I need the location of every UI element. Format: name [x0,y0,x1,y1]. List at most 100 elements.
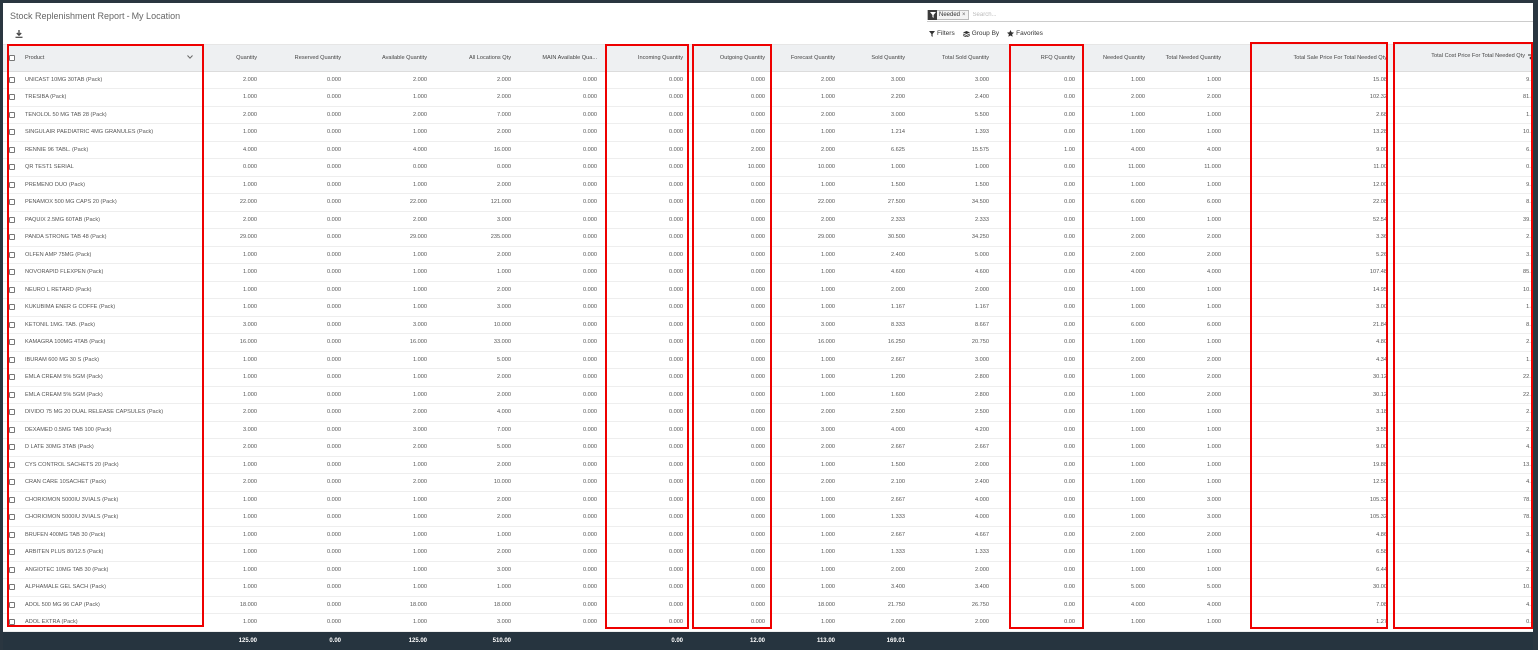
table-row[interactable]: CHORIOMON 5000IU 3VIALS (Pack) 1.000 0.000… [3,508,1533,527]
search-input[interactable] [972,11,1173,18]
table-row[interactable]: ADOL EXTRA (Pack) 1.000 0.000 1.000 3.000 0.0… [3,613,1533,632]
row-checkbox[interactable] [3,246,21,264]
row-checkbox[interactable] [3,193,21,212]
checkbox-box[interactable] [9,461,15,468]
table-row[interactable]: KETONIL 1MG. TAB. (Pack) 3.000 0.000 3.000 1… [3,316,1533,334]
checkbox-box[interactable] [9,234,15,240]
checkbox-box[interactable] [9,619,15,625]
row-checkbox[interactable] [3,123,21,142]
row-checkbox[interactable] [3,71,21,89]
checkbox-box[interactable] [9,531,15,538]
row-checkbox[interactable] [3,281,21,299]
checkbox-box[interactable] [9,514,15,520]
table-row[interactable]: KAMAGRA 100MG 4TAB (Pack) 16.000 0.000 16.0… [3,333,1533,352]
table-row[interactable]: CYS CONTROL SACHETS 20 (Pack) 1.000 0.000 1… [3,456,1533,474]
column-header-sold-quantity[interactable]: Sold Quantity [841,45,911,72]
row-checkbox[interactable] [3,106,21,124]
table-row[interactable]: IBURAM 600 MG 30 S (Pack) 1.000 0.000 1.000… [3,351,1533,369]
table-row[interactable]: PENAMOX 500 MG CAPS 20 (Pack) 22.000 0.000… [3,193,1533,212]
checkbox-box[interactable] [9,601,15,608]
column-header-incoming-quantity[interactable]: Incoming Quantity [603,45,689,72]
row-checkbox[interactable] [3,316,21,334]
table-row[interactable]: EMLA CREAM 5% 5GM (Pack) 1.000 0.000 1.000 2… [3,368,1533,387]
row-checkbox[interactable] [3,176,21,194]
checkbox-box[interactable] [9,111,15,118]
column-header-available-quantity[interactable]: Available Quantity [347,45,433,72]
row-checkbox[interactable] [3,596,21,614]
table-row[interactable]: TENOLOL 50 MG TAB 28 (Pack) 2.000 0.000 2.0… [3,106,1533,124]
table-row[interactable]: DIVIDO 75 MG 20 DUAL RELEASE CAPSULES (P… [3,403,1533,422]
favorites-button[interactable]: Favorites [1007,30,1043,37]
row-checkbox[interactable] [3,473,21,492]
table-row[interactable]: ARBITEN PLUS 80/12.5 (Pack) 1.000 0.000 1.0… [3,543,1533,562]
checkbox-box[interactable] [9,426,15,433]
table-row[interactable]: PAQUIX 2.5MG 60TAB (Pack) 2.000 0.000 2.000… [3,211,1533,229]
checkbox-box[interactable] [9,251,15,258]
table-row[interactable]: QR TEST1 SERIAL 0.000 0.000 0.000 0.000 0.000… [3,158,1533,177]
table-row[interactable]: OLFEN AMP 75MG (Pack) 1.000 0.000 1.000 2.00… [3,246,1533,264]
table-row[interactable]: RENNIE 96 TABL. (Pack) 4.000 0.000 4.000 16.… [3,141,1533,159]
checkbox-box[interactable] [9,199,15,205]
group-by-button[interactable]: Group By [962,30,999,37]
checkbox-box[interactable] [9,496,15,503]
row-checkbox[interactable] [3,158,21,177]
row-checkbox[interactable] [3,298,21,317]
checkbox-box[interactable] [9,181,15,188]
row-checkbox[interactable] [3,613,21,632]
filters-button[interactable]: Filters [929,30,955,37]
checkbox-box[interactable] [9,584,15,590]
row-checkbox[interactable] [3,211,21,229]
column-header-forecast-quantity[interactable]: Forecast Quantity [771,45,841,72]
table-row[interactable]: CHORIOMON 5000IU 3VIALS (Pack) 1.000 0.000… [3,491,1533,509]
column-header-total-needed-quantity[interactable]: Total Needed Quantity [1151,45,1227,72]
table-row[interactable]: NEURO L RETARD (Pack) 1.000 0.000 1.000 2.00… [3,281,1533,299]
row-checkbox[interactable] [3,438,21,457]
checkbox-box[interactable] [9,409,15,415]
table-row[interactable]: UNICAST 10MG 30TAB (Pack) 2.000 0.000 2.000… [3,71,1533,89]
column-header-all-locations-qty[interactable]: All Locations Qty [433,45,517,72]
row-checkbox[interactable] [3,263,21,282]
table-row[interactable]: DEXAMED 0.5MG TAB 100 (Pack) 3.000 0.000 3.… [3,421,1533,439]
row-checkbox[interactable] [3,333,21,352]
checkbox-box[interactable] [9,566,15,573]
breadcrumb-report[interactable]: Stock Replenishment Report [10,11,125,21]
checkbox-box[interactable] [9,391,15,398]
row-checkbox[interactable] [3,368,21,387]
column-options-icon[interactable] [1528,53,1533,62]
table-row[interactable]: D LATE 30MG 3TAB (Pack) 2.000 0.000 2.000 5.… [3,438,1533,457]
checkbox-box[interactable] [9,479,15,485]
column-header-total-sale-price-for-total-needed-qty[interactable]: Total Sale Price For Total Needed Qty [1227,45,1393,72]
checkbox-box[interactable] [9,356,15,363]
row-checkbox[interactable] [3,491,21,509]
row-checkbox[interactable] [3,526,21,544]
checkbox-box[interactable] [9,164,15,170]
select-all-checkbox[interactable] [3,45,21,72]
row-checkbox[interactable] [3,456,21,474]
search-facet[interactable]: Needed × [927,9,969,20]
row-checkbox[interactable] [3,228,21,247]
checkbox-box[interactable] [9,76,15,83]
table-row[interactable]: EMLA CREAM 5% 5GM (Pack) 1.000 0.000 1.000 2… [3,386,1533,404]
table-row[interactable]: KUKUBIMA ENER G COFFE (Pack) 1.000 0.000 1.… [3,298,1533,317]
checkbox-box[interactable] [9,146,15,153]
checkbox-box[interactable] [9,549,15,555]
column-header-product[interactable]: Product [21,45,203,72]
row-checkbox[interactable] [3,141,21,159]
table-row[interactable]: CRAN CARE 10SACHET (Pack) 2.000 0.000 2.000… [3,473,1533,492]
table-row[interactable]: SINGULAIR PAEDIATRIC 4MG GRANULES (Pack)… [3,123,1533,142]
checkbox-box[interactable] [9,444,15,450]
row-checkbox[interactable] [3,508,21,527]
column-header-needed-quantity[interactable]: Needed Quantity [1081,45,1151,72]
row-checkbox[interactable] [3,88,21,107]
row-checkbox[interactable] [3,578,21,597]
checkbox-box[interactable] [9,286,15,293]
column-header-quantity[interactable]: Quantity [203,45,263,72]
row-checkbox[interactable] [3,421,21,439]
checkbox-box[interactable] [9,54,15,61]
download-icon[interactable] [15,30,23,40]
row-checkbox[interactable] [3,403,21,422]
table-row[interactable]: ANGIOTEC 10MG TAB 30 (Pack) 1.000 0.000 1.0… [3,561,1533,579]
row-checkbox[interactable] [3,386,21,404]
facet-remove-icon[interactable]: × [962,12,968,18]
row-checkbox[interactable] [3,351,21,369]
